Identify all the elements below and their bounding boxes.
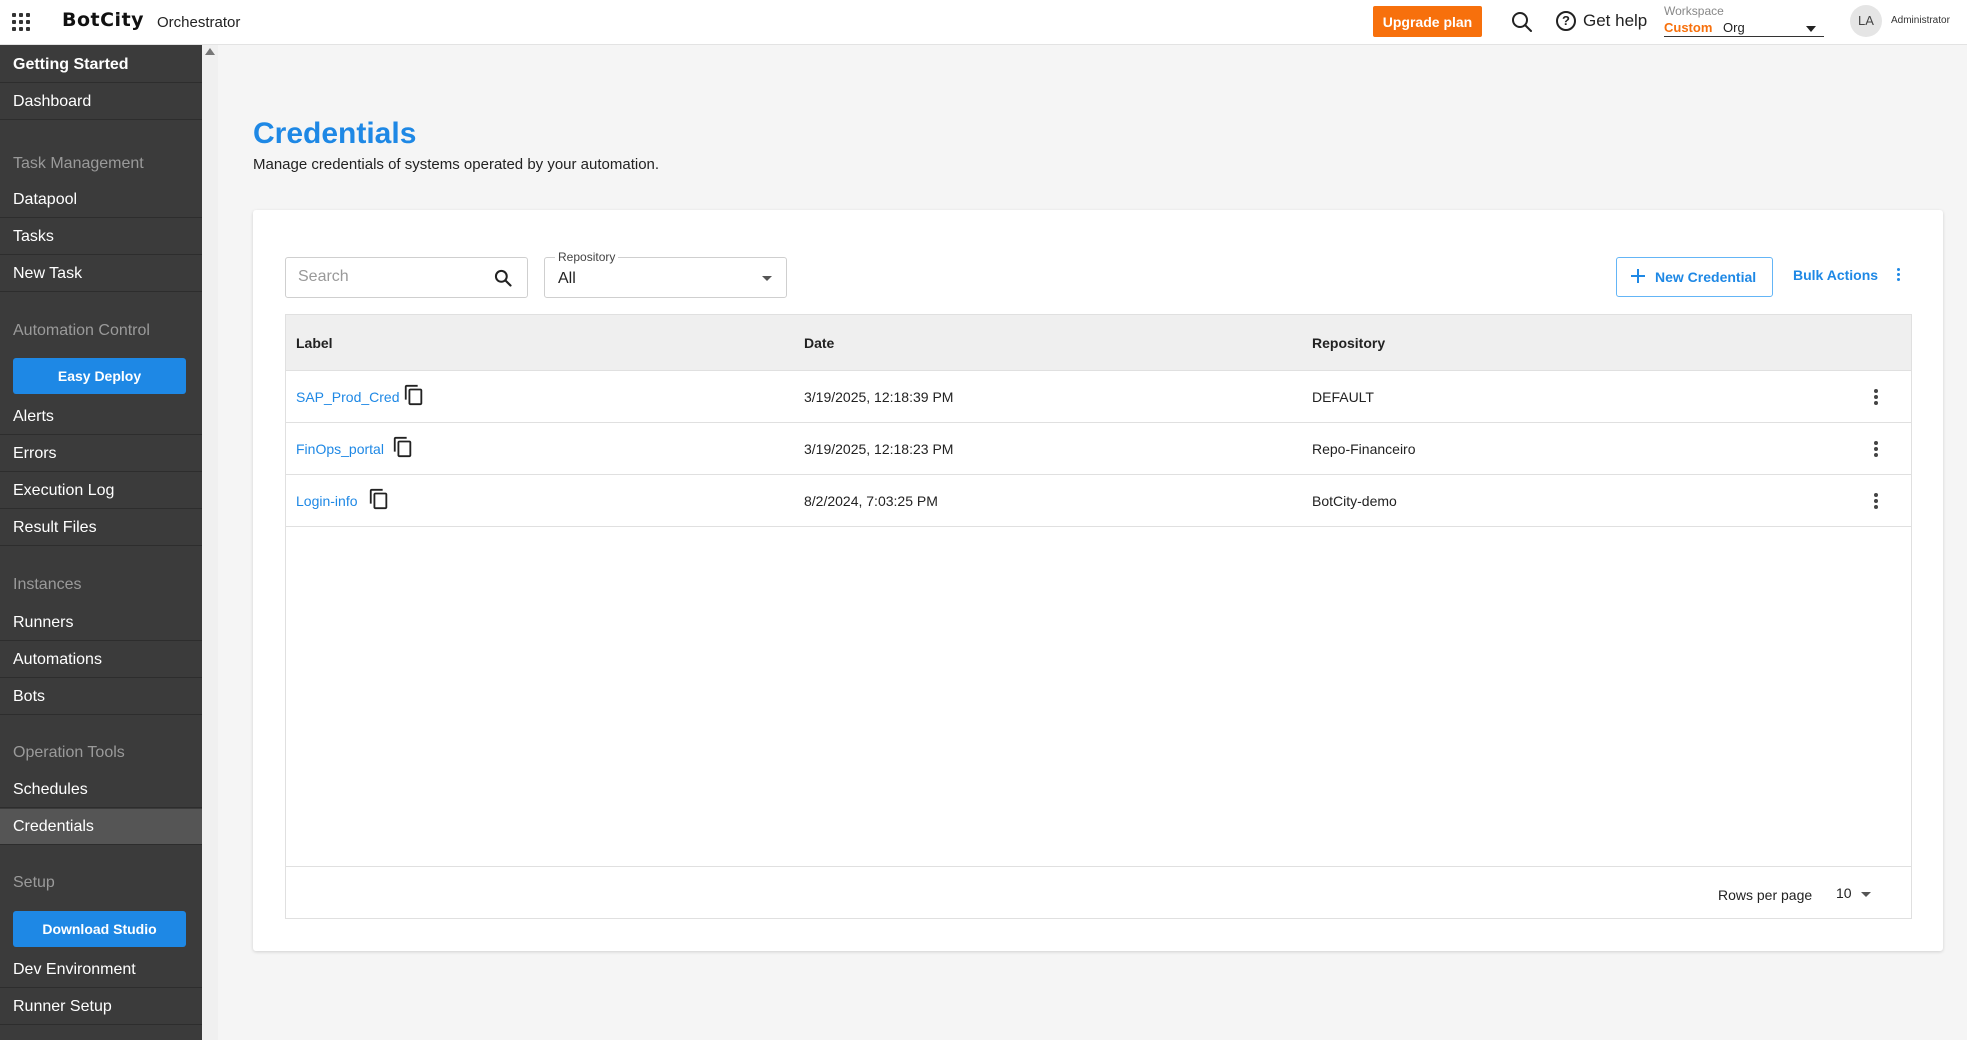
search-icon[interactable] [1510, 10, 1534, 34]
plus-icon [1631, 269, 1645, 283]
caret-down-icon[interactable] [1861, 892, 1871, 897]
download-studio-button[interactable]: Download Studio [13, 911, 186, 947]
sidebar-item-credentials[interactable]: Credentials [0, 809, 202, 845]
repository-select-value: All [558, 270, 576, 287]
chevron-down-icon [1806, 26, 1816, 32]
scroll-up-icon[interactable] [205, 48, 215, 55]
apps-grid-icon[interactable] [12, 13, 30, 31]
workspace-label: Workspace [1664, 4, 1724, 18]
table-row[interactable]: Login-info 8/2/2024, 7:03:25 PM BotCity-… [286, 475, 1911, 527]
caret-down-icon [762, 276, 772, 281]
page-subtitle: Manage credentials of systems operated b… [253, 156, 660, 173]
copy-icon[interactable] [403, 384, 425, 406]
search-input[interactable] [298, 268, 478, 286]
credential-repository: BotCity-demo [1312, 493, 1397, 509]
new-credential-button[interactable]: New Credential [1616, 257, 1773, 297]
app-name: Orchestrator [157, 14, 241, 31]
sidebar-item-alerts[interactable]: Alerts [0, 399, 202, 435]
search-icon[interactable] [493, 268, 513, 288]
table-header: Label Date Repository [286, 315, 1911, 371]
sidebar-item-execution-log[interactable]: Execution Log [0, 473, 202, 509]
workspace-org: Org [1723, 20, 1745, 35]
sidebar-item-schedules[interactable]: Schedules [0, 772, 202, 808]
sidebar-section-setup: Setup [13, 874, 55, 891]
row-menu-icon[interactable] [1874, 493, 1878, 509]
sidebar-section-operation-tools: Operation Tools [13, 744, 125, 761]
row-menu-icon[interactable] [1874, 389, 1878, 405]
sidebar-section-task-management: Task Management [13, 155, 144, 172]
credentials-card: Repository All New Credential Bulk Actio… [253, 210, 1943, 951]
credential-date: 3/19/2025, 12:18:23 PM [804, 441, 954, 457]
table-row[interactable]: FinOps_portal 3/19/2025, 12:18:23 PM Rep… [286, 423, 1911, 475]
help-icon[interactable]: ? [1556, 11, 1576, 31]
column-header-date[interactable]: Date [804, 335, 834, 351]
sidebar-item-tasks[interactable]: Tasks [0, 219, 202, 255]
get-help-link[interactable]: Get help [1583, 11, 1647, 31]
workspace-select[interactable]: Workspace Custom Org [1664, 4, 1824, 37]
credential-date: 8/2/2024, 7:03:25 PM [804, 493, 938, 509]
new-credential-label: New Credential [1655, 269, 1757, 285]
copy-icon[interactable] [392, 436, 414, 458]
credential-label-link[interactable]: FinOps_portal [296, 441, 384, 457]
botcity-logo[interactable]: BotCity [62, 9, 144, 31]
row-menu-icon[interactable] [1874, 441, 1878, 457]
sidebar-item-bots[interactable]: Bots [0, 679, 202, 715]
search-field[interactable] [285, 257, 528, 298]
rows-per-page-select[interactable]: 10 [1836, 885, 1852, 901]
column-header-label[interactable]: Label [296, 335, 333, 351]
bulk-actions-button[interactable]: Bulk Actions [1793, 267, 1878, 283]
sidebar-section-automation-control: Automation Control [13, 322, 150, 339]
sidebar-scrollbar[interactable] [202, 45, 218, 1040]
sidebar-item-getting-started[interactable]: Getting Started [0, 47, 202, 83]
rows-per-page-label: Rows per page [1718, 887, 1813, 903]
upgrade-plan-button[interactable]: Upgrade plan [1373, 6, 1482, 37]
credential-label-link[interactable]: SAP_Prod_Cred [296, 389, 400, 405]
sidebar-item-result-files[interactable]: Result Files [0, 510, 202, 546]
sidebar-section-instances: Instances [13, 576, 82, 593]
copy-icon[interactable] [368, 488, 390, 510]
sidebar-item-dashboard[interactable]: Dashboard [0, 84, 202, 120]
more-vert-icon[interactable] [1897, 268, 1901, 282]
sidebar-item-datapool[interactable]: Datapool [0, 182, 202, 218]
credential-repository: DEFAULT [1312, 389, 1374, 405]
credential-repository: Repo-Financeiro [1312, 441, 1416, 457]
avatar[interactable]: LA [1850, 5, 1882, 37]
sidebar-item-errors[interactable]: Errors [0, 436, 202, 472]
credentials-table: Label Date Repository SAP_Prod_Cred 3/19… [285, 314, 1912, 919]
credential-label-link[interactable]: Login-info [296, 493, 358, 509]
sidebar-item-dev-environment[interactable]: Dev Environment [0, 952, 202, 988]
table-footer: Rows per page 10 [286, 866, 1911, 918]
top-bar: BotCity Orchestrator Upgrade plan ? Get … [0, 0, 1967, 45]
sidebar-item-runners[interactable]: Runners [0, 605, 202, 641]
sidebar-item-new-task[interactable]: New Task [0, 256, 202, 292]
sidebar: Getting Started Dashboard Task Managemen… [0, 45, 202, 1040]
credential-date: 3/19/2025, 12:18:39 PM [804, 389, 954, 405]
workspace-plan: Custom [1664, 20, 1713, 35]
easy-deploy-button[interactable]: Easy Deploy [13, 358, 186, 394]
repository-select-label: Repository [555, 250, 619, 264]
page-title: Credentials [253, 117, 417, 150]
sidebar-item-automations[interactable]: Automations [0, 642, 202, 678]
repository-select[interactable]: Repository All [544, 250, 787, 298]
sidebar-item-runner-setup[interactable]: Runner Setup [0, 989, 202, 1025]
column-header-repository[interactable]: Repository [1312, 335, 1385, 351]
user-role: Administrator [1891, 15, 1950, 26]
table-row[interactable]: SAP_Prod_Cred 3/19/2025, 12:18:39 PM DEF… [286, 371, 1911, 423]
